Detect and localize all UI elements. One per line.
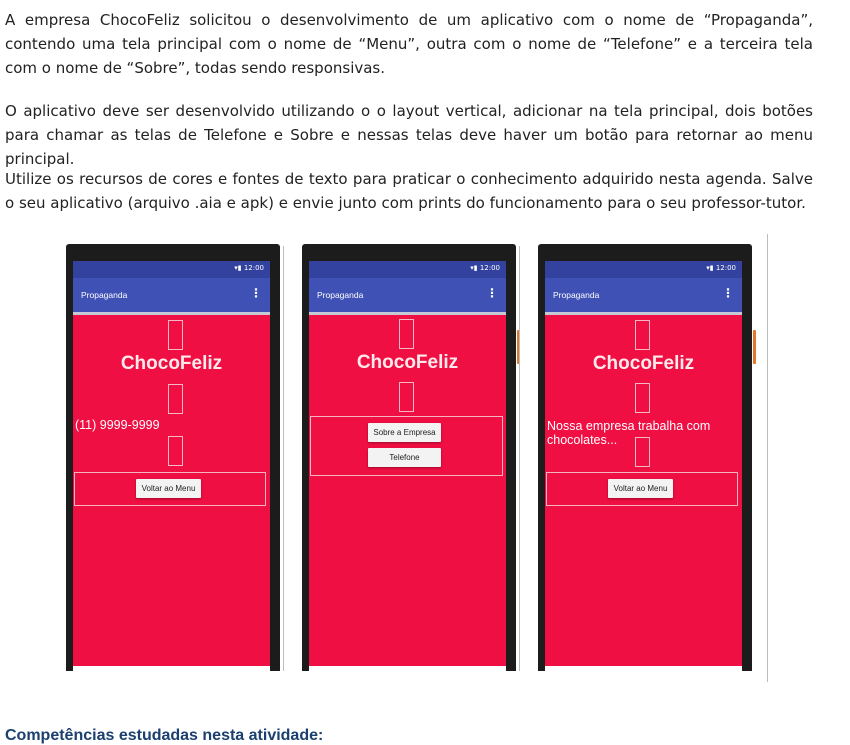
nav-bar [309,666,506,671]
spacer-box [168,320,183,350]
phone-screen: ▾▮ 12:00 Propaganda ⋮ ChocoFeliz Nossa e… [545,261,742,666]
phone-menu-screen: ▾▮ 12:00 Propaganda ⋮ ChocoFeliz Sobre a… [302,244,520,671]
divider [545,312,742,315]
nav-bar [73,666,270,671]
separator-line [283,246,284,671]
wifi-battery-icon: ▾▮ [470,264,480,272]
divider [73,312,270,315]
back-to-menu-button[interactable]: Voltar ao Menu [608,479,673,498]
brand-title: ChocoFeliz [592,353,695,374]
paragraph-1: A empresa ChocoFeliz solicitou o desenvo… [5,11,813,77]
status-bar: ▾▮ 12:00 [73,261,270,278]
app-bar: Propaganda ⋮ [309,278,506,312]
app-title: Propaganda [81,290,128,300]
app-title: Propaganda [317,290,364,300]
spacer-box [168,436,183,466]
status-bar: ▾▮ 12:00 [545,261,742,278]
telefone-button[interactable]: Telefone [368,448,441,467]
side-button [753,330,756,364]
app-title: Propaganda [553,290,600,300]
spacer-box [635,320,650,350]
overflow-menu-icon[interactable]: ⋮ [722,287,734,299]
divider [309,312,506,315]
phone-screen: ▾▮ 12:00 Propaganda ⋮ ChocoFeliz Sobre a… [309,261,506,666]
button-arrangement: Sobre a Empresa Telefone [310,416,503,476]
nav-bar [545,666,742,671]
spacer-box [399,382,414,412]
separator-line [767,234,768,682]
spacer-box [168,384,183,414]
phone-screen: ▾▮ 12:00 Propaganda ⋮ ChocoFeliz (11) 99… [73,261,270,666]
brand-title: ChocoFeliz [120,353,223,374]
status-time: 12:00 [479,264,500,272]
section-heading: Competências estudadas nesta atividade: [5,727,324,744]
overflow-menu-icon[interactable]: ⋮ [250,287,262,299]
app-bar: Propaganda ⋮ [73,278,270,312]
back-to-menu-button[interactable]: Voltar ao Menu [136,479,201,498]
app-bar: Propaganda ⋮ [545,278,742,312]
wifi-battery-icon: ▾▮ [234,264,244,272]
phone-sobre-screen: ▾▮ 12:00 Propaganda ⋮ ChocoFeliz Nossa e… [538,244,756,671]
paragraph-2: O aplicativo deve ser desenvolvido utili… [5,102,813,168]
phone-number-label: (11) 9999-9999 [75,418,160,432]
spacer-box [635,437,650,467]
status-bar: ▾▮ 12:00 [309,261,506,278]
button-arrangement: Voltar ao Menu [546,472,738,506]
spacer-box [399,319,414,349]
about-company-button[interactable]: Sobre a Empresa [368,423,441,442]
phone-telefone-screen: ▾▮ 12:00 Propaganda ⋮ ChocoFeliz (11) 99… [66,244,280,671]
spacer-box [635,383,650,413]
status-time: 12:00 [715,264,736,272]
about-text: Nossa empresa trabalha com chocolates... [547,419,711,447]
wifi-battery-icon: ▾▮ [706,264,716,272]
separator-line [519,246,520,671]
status-time: 12:00 [243,264,264,272]
button-arrangement: Voltar ao Menu [74,472,266,506]
overflow-menu-icon[interactable]: ⋮ [486,287,498,299]
paragraph-3: Utilize os recursos de cores e fontes de… [5,170,813,212]
brand-title: ChocoFeliz [356,352,459,373]
